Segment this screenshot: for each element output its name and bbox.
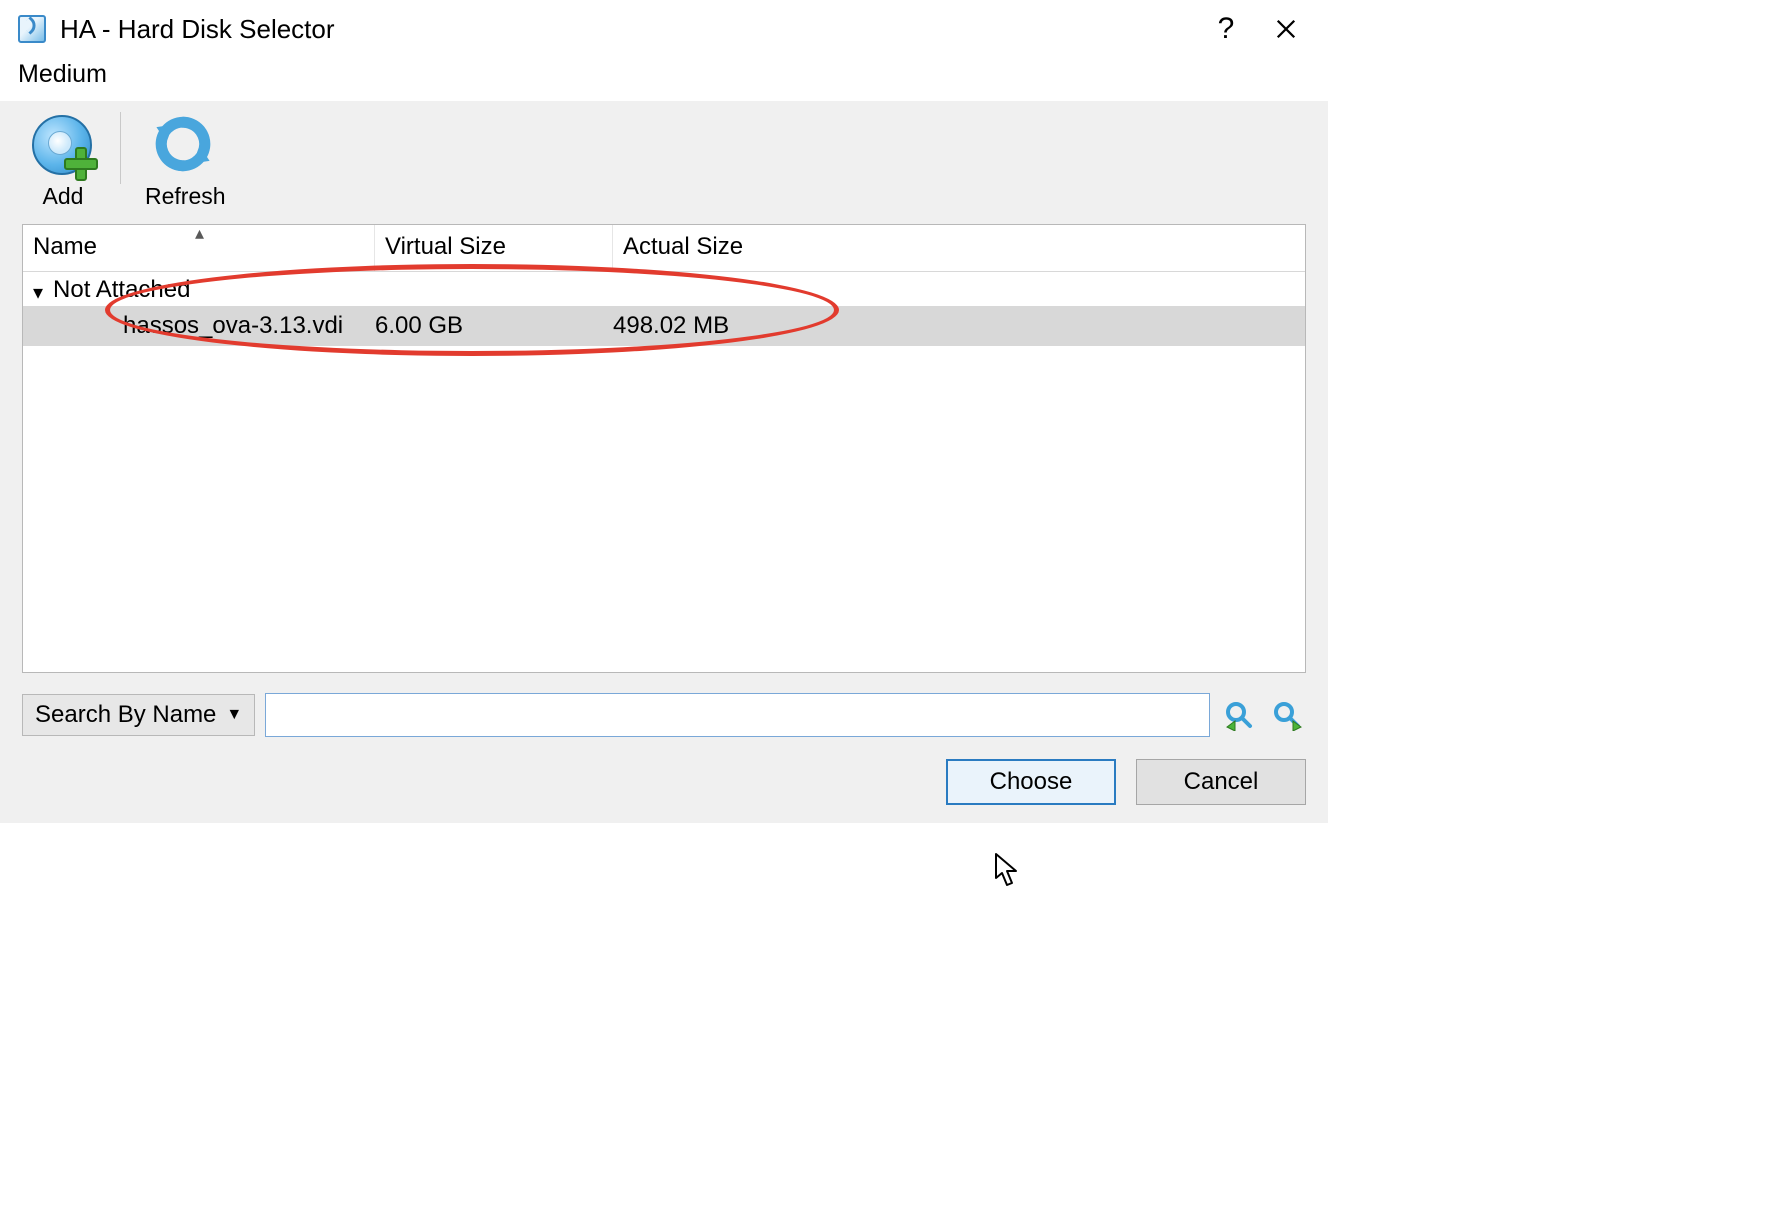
cancel-button[interactable]: Cancel (1136, 759, 1306, 805)
close-button[interactable] (1256, 6, 1316, 52)
add-button[interactable]: Add (22, 111, 114, 212)
disk-row[interactable]: hassos_ova-3.13.vdi 6.00 GB 498.02 MB (23, 306, 1305, 346)
refresh-button[interactable]: Refresh (135, 111, 246, 212)
search-type-label: Search By Name (35, 701, 216, 729)
column-header-actual-size[interactable]: Actual Size (613, 225, 1305, 271)
chevron-down-icon: ▾ (33, 280, 43, 305)
refresh-label: Refresh (145, 183, 226, 210)
disk-virtual-size: 6.00 GB (375, 312, 613, 340)
list-body: ▾ Not Attached hassos_ova-3.13.vdi 6.00 … (23, 272, 1305, 672)
menubar: Medium (0, 60, 1328, 101)
refresh-icon (154, 115, 216, 177)
sort-indicator-icon: ▴ (195, 223, 204, 244)
titlebar: HA - Hard Disk Selector ? (0, 0, 1328, 60)
column-header-name[interactable]: Name ▴ (23, 225, 375, 271)
search-input[interactable] (265, 693, 1210, 737)
chevron-down-icon: ▼ (226, 706, 242, 724)
plus-icon (62, 145, 96, 179)
magnifier-prev-icon (1223, 699, 1255, 731)
list-header: Name ▴ Virtual Size Actual Size (23, 225, 1305, 272)
group-not-attached[interactable]: ▾ Not Attached (23, 272, 1305, 306)
disk-list: Name ▴ Virtual Size Actual Size ▾ Not At… (22, 224, 1306, 673)
toolbar-separator (120, 112, 121, 184)
search-prev-button[interactable] (1220, 696, 1258, 734)
search-type-dropdown[interactable]: Search By Name ▼ (22, 694, 255, 736)
search-next-button[interactable] (1268, 696, 1306, 734)
group-label: Not Attached (53, 276, 190, 304)
toolbar: Add Refresh (22, 111, 1306, 212)
choose-button[interactable]: Choose (946, 759, 1116, 805)
help-button[interactable]: ? (1196, 6, 1256, 52)
menu-medium[interactable]: Medium (18, 60, 107, 88)
window-title: HA - Hard Disk Selector (60, 14, 335, 45)
disk-actual-size: 498.02 MB (613, 312, 1305, 340)
column-header-virtual-size[interactable]: Virtual Size (375, 225, 613, 271)
search-row: Search By Name ▼ (22, 693, 1306, 737)
cursor-icon (994, 852, 1022, 888)
dialog-buttons: Choose Cancel (22, 759, 1306, 805)
magnifier-next-icon (1271, 699, 1303, 731)
add-label: Add (43, 183, 84, 210)
app-icon (18, 15, 46, 43)
dialog-content: Add Refresh Name ▴ Virtual Size Actual S… (0, 101, 1328, 823)
add-disk-icon (32, 115, 94, 177)
disk-name: hassos_ova-3.13.vdi (23, 312, 375, 340)
close-icon (1275, 18, 1297, 40)
